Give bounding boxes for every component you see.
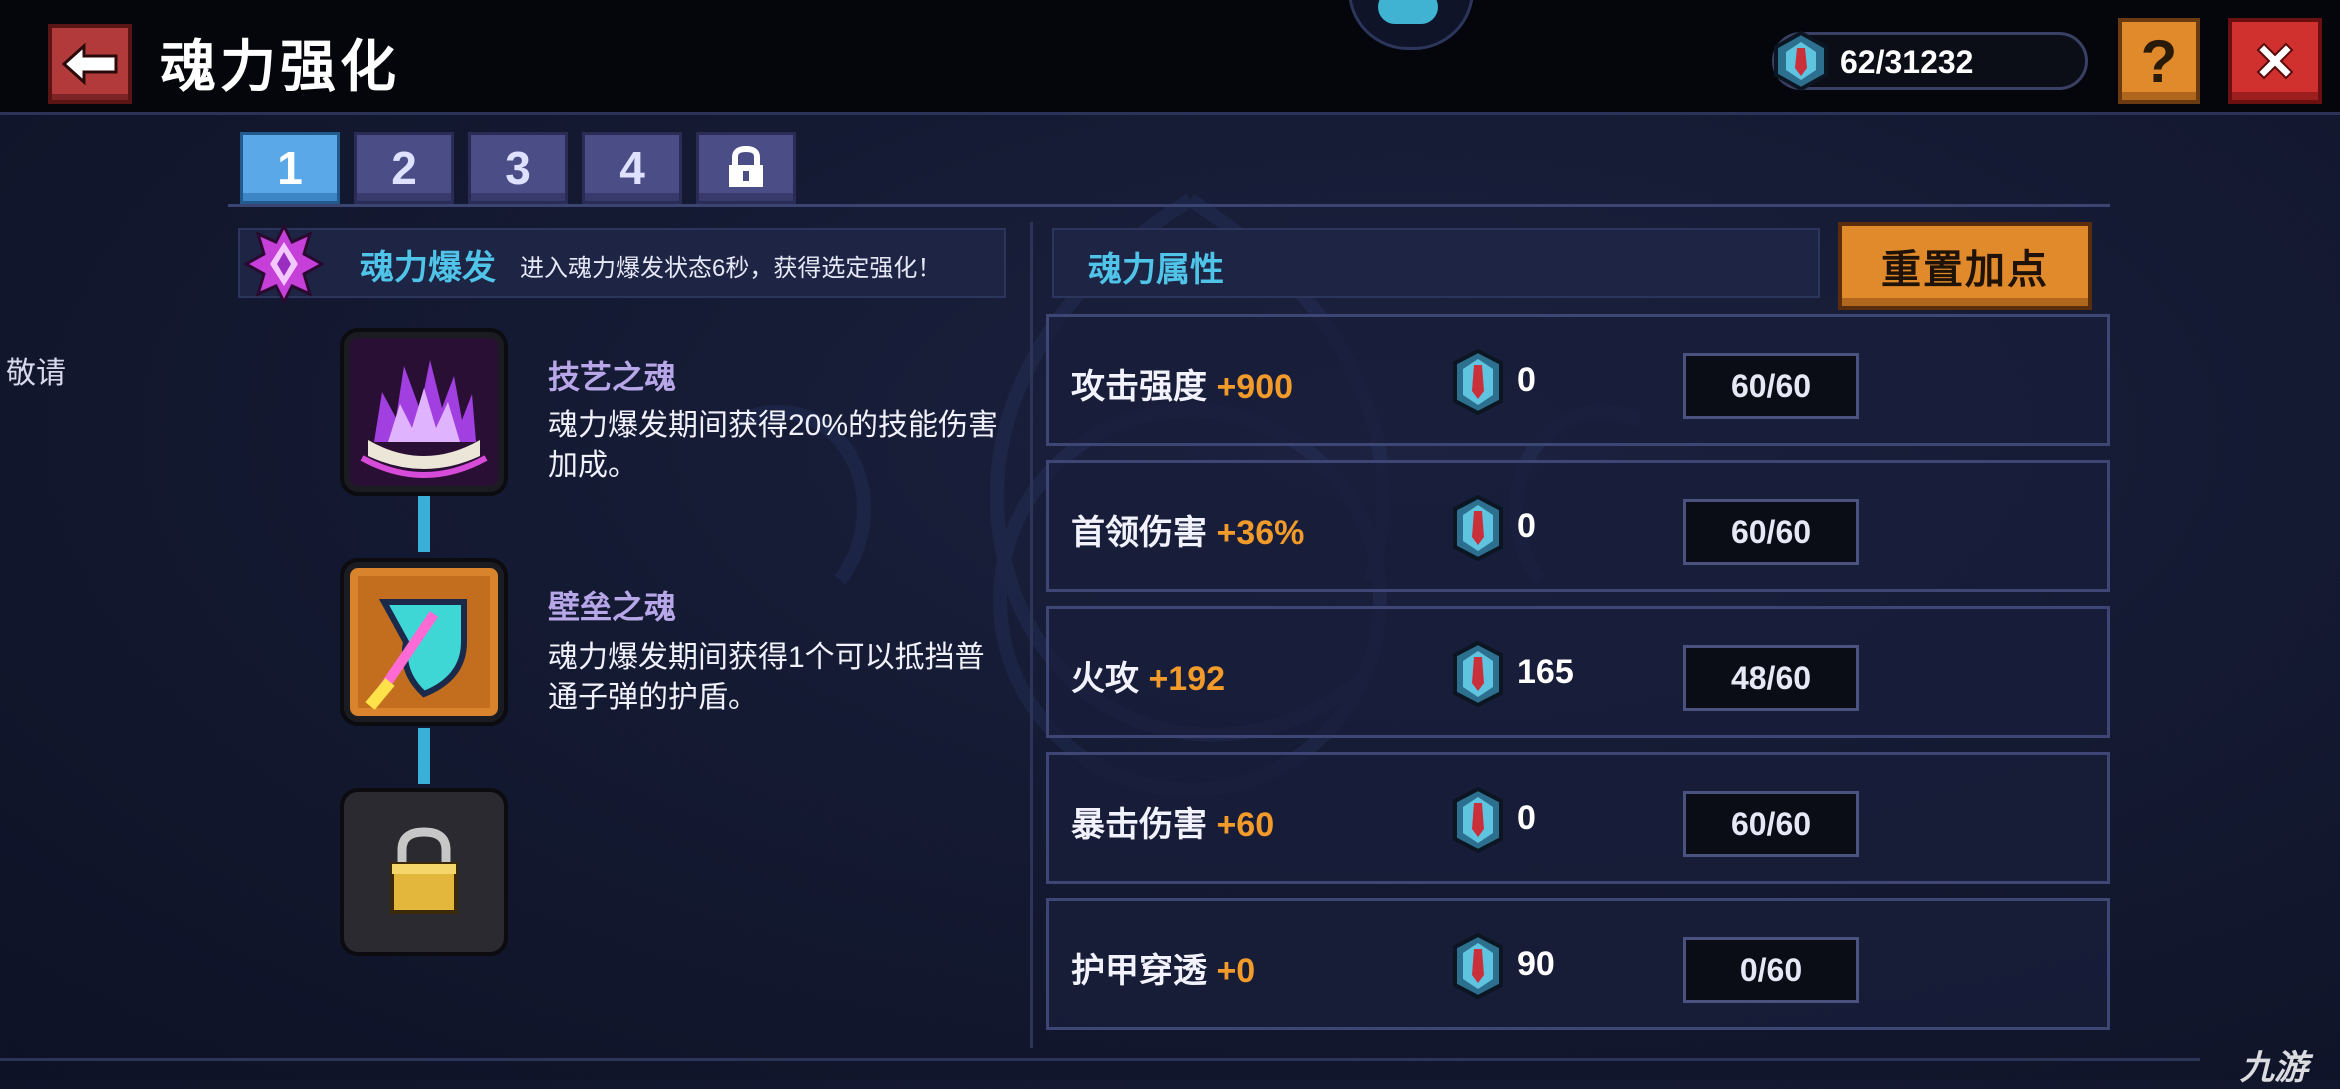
attribute-cost: 165 xyxy=(1517,653,1574,691)
attribute-level: 60/60 xyxy=(1683,499,1859,565)
tab-3[interactable]: 3 xyxy=(468,132,568,204)
skill-description-1: 魂力爆发期间获得20%的技能伤害加成。 xyxy=(548,409,999,482)
attribute-level: 60/60 xyxy=(1683,791,1859,857)
soul-gem-icon xyxy=(1453,641,1503,707)
attribute-name: 火攻 +192 xyxy=(1071,660,1226,698)
tab-underline xyxy=(228,204,2110,207)
skill-slot-3-locked[interactable] xyxy=(340,788,508,956)
attribute-bonus: +0 xyxy=(1216,952,1256,990)
close-button[interactable] xyxy=(2228,18,2322,104)
arrow-left-icon xyxy=(62,42,118,86)
tab-4[interactable]: 4 xyxy=(582,132,682,204)
attribute-name: 首领伤害 +36% xyxy=(1071,514,1305,552)
tab-2[interactable]: 2 xyxy=(354,132,454,204)
padlock-icon xyxy=(390,827,458,914)
skill-slot-2[interactable] xyxy=(340,558,508,726)
soul-gem-icon xyxy=(1453,495,1503,561)
shield-icon xyxy=(350,568,498,716)
soul-gem-icon xyxy=(1453,787,1503,853)
page-title: 魂力强化 xyxy=(160,35,400,98)
skill-description-2: 魂力爆发期间获得1个可以抵挡普通子弹的护盾。 xyxy=(548,641,985,714)
attribute-name: 护甲穿透 +0 xyxy=(1071,952,1256,990)
side-panel-text: 敬请 xyxy=(6,357,66,390)
reset-points-button[interactable]: 重置加点 xyxy=(1838,222,2092,310)
tab-1[interactable]: 1 xyxy=(240,132,340,204)
skill-slot-1[interactable] xyxy=(340,328,508,496)
attribute-row[interactable]: 攻击强度 +900 0 60/60 xyxy=(1046,314,2110,446)
attribute-cost: 0 xyxy=(1517,361,1536,399)
attribute-bonus: +60 xyxy=(1216,806,1275,844)
currency-value: 62/31232 xyxy=(1840,44,1974,80)
soul-gem-icon xyxy=(1774,30,1828,92)
skill-connector xyxy=(418,728,430,784)
panel-divider xyxy=(1030,222,1033,1048)
attribute-level: 60/60 xyxy=(1683,353,1859,419)
skill-name-2: 壁垒之魂 xyxy=(548,589,677,625)
lock-icon xyxy=(729,145,763,187)
attribute-row[interactable]: 暴击伤害 +60 0 60/60 xyxy=(1046,752,2110,884)
soul-burst-icon xyxy=(244,224,324,304)
attribute-name: 暴击伤害 +60 xyxy=(1071,806,1275,844)
purple-flame-icon xyxy=(350,338,498,486)
attribute-cost: 0 xyxy=(1517,799,1536,837)
tab-locked[interactable] xyxy=(696,132,796,204)
help-button[interactable]: ? xyxy=(2118,18,2200,104)
back-button[interactable] xyxy=(48,24,132,104)
burst-title: 魂力爆发 xyxy=(360,249,496,287)
mascot-icon xyxy=(1378,0,1438,24)
attribute-cost: 90 xyxy=(1517,945,1555,983)
burst-description: 进入魂力爆发状态6秒，获得选定强化！ xyxy=(520,255,942,282)
attribute-bonus: +36% xyxy=(1216,514,1305,552)
close-icon xyxy=(2256,42,2294,80)
attribute-row[interactable]: 首领伤害 +36% 0 60/60 xyxy=(1046,460,2110,592)
attribute-bonus: +192 xyxy=(1148,660,1226,698)
attributes-title: 魂力属性 xyxy=(1088,251,1224,289)
soul-gem-icon xyxy=(1453,349,1503,415)
skill-connector xyxy=(418,496,430,552)
watermark: 九游 xyxy=(2240,1049,2308,1087)
attribute-level: 48/60 xyxy=(1683,645,1859,711)
attribute-level: 0/60 xyxy=(1683,937,1859,1003)
bottom-divider xyxy=(0,1058,2200,1061)
attribute-cost: 0 xyxy=(1517,507,1536,545)
attribute-row[interactable]: 火攻 +192 165 48/60 xyxy=(1046,606,2110,738)
skill-name-1: 技艺之魂 xyxy=(548,359,677,395)
attribute-name: 攻击强度 +900 xyxy=(1071,368,1294,406)
soul-gem-icon xyxy=(1453,933,1503,999)
attribute-bonus: +900 xyxy=(1216,368,1294,406)
attribute-row[interactable]: 护甲穿透 +0 90 0/60 xyxy=(1046,898,2110,1030)
